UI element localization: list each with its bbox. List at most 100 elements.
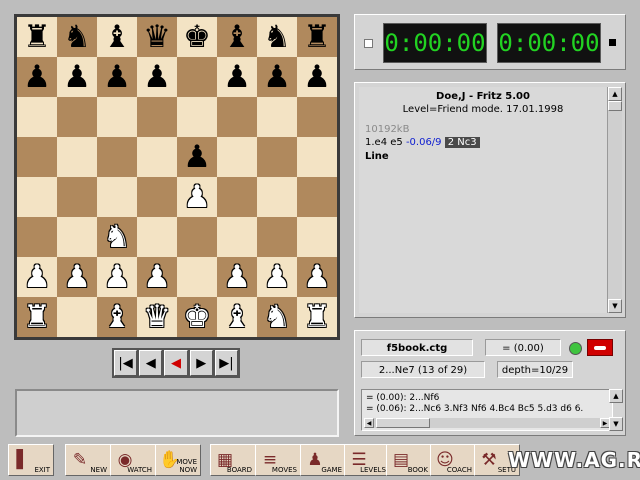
square-b8[interactable]: ♞ xyxy=(57,17,97,57)
square-e6[interactable] xyxy=(177,97,217,137)
board-button[interactable]: ▦ BOARD xyxy=(210,444,256,476)
scroll-down-icon[interactable]: ▼ xyxy=(608,299,622,313)
square-c8[interactable]: ♝ xyxy=(97,17,137,57)
square-a2[interactable]: ♟ xyxy=(17,257,57,297)
notation-scrollbar[interactable]: ▲ ▼ xyxy=(607,87,622,313)
white-pawn-icon[interactable]: ♟ xyxy=(303,257,331,297)
exit-button[interactable]: ▌ EXIT xyxy=(8,444,54,476)
black-bishop-icon[interactable]: ♝ xyxy=(103,17,131,57)
square-e3[interactable] xyxy=(177,217,217,257)
square-a8[interactable]: ♜ xyxy=(17,17,57,57)
square-c6[interactable] xyxy=(97,97,137,137)
black-pawn-icon[interactable]: ♟ xyxy=(63,57,91,97)
coach-button[interactable]: ☺ COACH xyxy=(430,444,476,476)
square-a7[interactable]: ♟ xyxy=(17,57,57,97)
square-b3[interactable] xyxy=(57,217,97,257)
black-pawn-icon[interactable]: ♟ xyxy=(143,57,171,97)
square-h1[interactable]: ♜ xyxy=(297,297,337,337)
square-h3[interactable] xyxy=(297,217,337,257)
lines-scrollbar[interactable]: ◀ ▶ xyxy=(364,418,610,428)
black-king-icon[interactable]: ♚ xyxy=(183,17,211,57)
black-queen-icon[interactable]: ♛ xyxy=(143,17,171,57)
square-h6[interactable] xyxy=(297,97,337,137)
black-knight-icon[interactable]: ♞ xyxy=(263,17,291,57)
lines-vscroll[interactable]: ▲ ▼ xyxy=(609,389,623,431)
black-pawn-icon[interactable]: ♟ xyxy=(183,137,211,177)
white-pawn-icon[interactable]: ♟ xyxy=(263,257,291,297)
square-b5[interactable] xyxy=(57,137,97,177)
white-rook-icon[interactable]: ♜ xyxy=(303,297,331,337)
square-h2[interactable]: ♟ xyxy=(297,257,337,297)
black-clock[interactable]: 0:00:00 xyxy=(497,23,601,63)
white-clock[interactable]: 0:00:00 xyxy=(383,23,487,63)
square-c3[interactable]: ♞ xyxy=(97,217,137,257)
square-f5[interactable] xyxy=(217,137,257,177)
square-g6[interactable] xyxy=(257,97,297,137)
square-g1[interactable]: ♞ xyxy=(257,297,297,337)
square-d6[interactable] xyxy=(137,97,177,137)
square-c4[interactable] xyxy=(97,177,137,217)
opening-book-file[interactable]: f5book.ctg xyxy=(361,339,473,356)
game-button[interactable]: ♟ GAME xyxy=(300,444,346,476)
square-f4[interactable] xyxy=(217,177,257,217)
black-pawn-icon[interactable]: ♟ xyxy=(263,57,291,97)
square-f7[interactable]: ♟ xyxy=(217,57,257,97)
square-g7[interactable]: ♟ xyxy=(257,57,297,97)
square-a4[interactable] xyxy=(17,177,57,217)
square-d8[interactable]: ♛ xyxy=(137,17,177,57)
square-h7[interactable]: ♟ xyxy=(297,57,337,97)
square-d3[interactable] xyxy=(137,217,177,257)
square-b2[interactable]: ♟ xyxy=(57,257,97,297)
scroll-up-icon[interactable]: ▲ xyxy=(609,389,623,403)
square-d4[interactable] xyxy=(137,177,177,217)
last-move-button[interactable]: ▶| xyxy=(214,350,239,376)
white-bishop-icon[interactable]: ♝ xyxy=(223,297,251,337)
square-d2[interactable]: ♟ xyxy=(137,257,177,297)
white-pawn-icon[interactable]: ♟ xyxy=(23,257,51,297)
black-bishop-icon[interactable]: ♝ xyxy=(223,17,251,57)
next-move-button[interactable]: ▶ xyxy=(189,350,213,376)
levels-button[interactable]: ☰ LEVELS xyxy=(344,444,390,476)
white-rook-icon[interactable]: ♜ xyxy=(23,297,51,337)
white-knight-icon[interactable]: ♞ xyxy=(103,217,131,257)
book-button[interactable]: ▤ BOOK xyxy=(386,444,432,476)
black-rook-icon[interactable]: ♜ xyxy=(303,17,331,57)
white-pawn-icon[interactable]: ♟ xyxy=(143,257,171,297)
black-pawn-icon[interactable]: ♟ xyxy=(223,57,251,97)
chess-board[interactable]: ♜ ♞ ♝ ♛ ♚ ♝ ♞ ♜ ♟ ♟ ♟ ♟ ♟ ♟ ♟ ♟ ♟ ♞ ♟ ♟ ♟ ♟ ♟ ♟ ♟ ♜ ♝ ♛ ♚ ♝ ♞ ♜ xyxy=(17,17,337,337)
watch-button[interactable]: ◉ WATCH xyxy=(110,444,156,476)
white-knight-icon[interactable]: ♞ xyxy=(263,297,291,337)
square-e7[interactable] xyxy=(177,57,217,97)
stop-engine-button[interactable] xyxy=(587,339,613,356)
square-h8[interactable]: ♜ xyxy=(297,17,337,57)
square-a3[interactable] xyxy=(17,217,57,257)
square-f8[interactable]: ♝ xyxy=(217,17,257,57)
white-pawn-icon[interactable]: ♟ xyxy=(183,177,211,217)
scroll-thumb[interactable] xyxy=(608,101,622,111)
white-king-icon[interactable]: ♚ xyxy=(183,297,211,337)
square-a5[interactable] xyxy=(17,137,57,177)
square-b7[interactable]: ♟ xyxy=(57,57,97,97)
square-g4[interactable] xyxy=(257,177,297,217)
square-e1[interactable]: ♚ xyxy=(177,297,217,337)
white-pawn-icon[interactable]: ♟ xyxy=(103,257,131,297)
square-d1[interactable]: ♛ xyxy=(137,297,177,337)
scroll-left-icon[interactable]: ◀ xyxy=(364,418,374,428)
square-b1[interactable] xyxy=(57,297,97,337)
takeback-button[interactable]: ◀ xyxy=(164,350,188,376)
square-f6[interactable] xyxy=(217,97,257,137)
square-a6[interactable] xyxy=(17,97,57,137)
square-f3[interactable] xyxy=(217,217,257,257)
white-bishop-icon[interactable]: ♝ xyxy=(103,297,131,337)
square-c5[interactable] xyxy=(97,137,137,177)
square-d7[interactable]: ♟ xyxy=(137,57,177,97)
square-h4[interactable] xyxy=(297,177,337,217)
square-e5[interactable]: ♟ xyxy=(177,137,217,177)
move-now-button[interactable]: ✋ MOVE NOW xyxy=(155,444,201,476)
white-pawn-icon[interactable]: ♟ xyxy=(223,257,251,297)
scroll-up-icon[interactable]: ▲ xyxy=(608,87,622,101)
new-button[interactable]: ✎ NEW xyxy=(65,444,111,476)
square-d5[interactable] xyxy=(137,137,177,177)
black-rook-icon[interactable]: ♜ xyxy=(23,17,51,57)
black-pawn-icon[interactable]: ♟ xyxy=(303,57,331,97)
